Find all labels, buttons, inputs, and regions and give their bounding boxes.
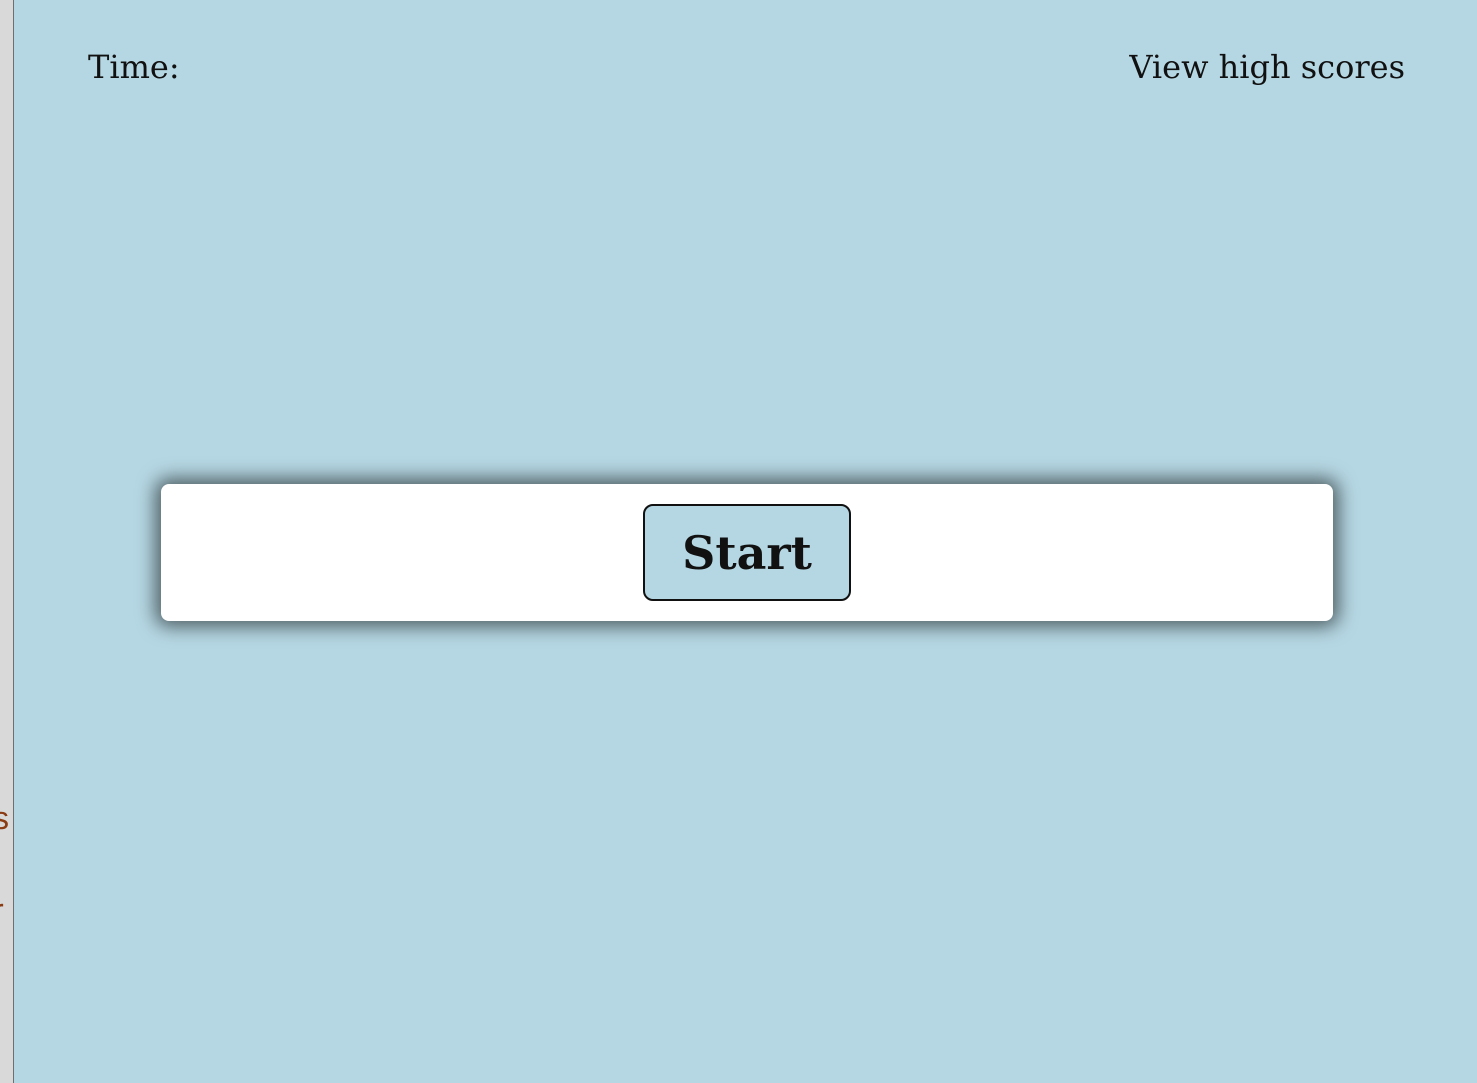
clipped-text: r [0, 892, 4, 929]
start-panel: Start [161, 484, 1333, 621]
start-button[interactable]: Start [643, 504, 851, 601]
time-label: Time: [88, 48, 180, 86]
quiz-page: Time: View high scores Start [16, 0, 1477, 1083]
top-bar: Time: View high scores [16, 0, 1477, 140]
timer: Time: [88, 48, 190, 86]
view-high-scores-link[interactable]: View high scores [1129, 48, 1405, 86]
adjacent-window-edge: s r [0, 0, 14, 1083]
clipped-text: s [0, 800, 9, 837]
